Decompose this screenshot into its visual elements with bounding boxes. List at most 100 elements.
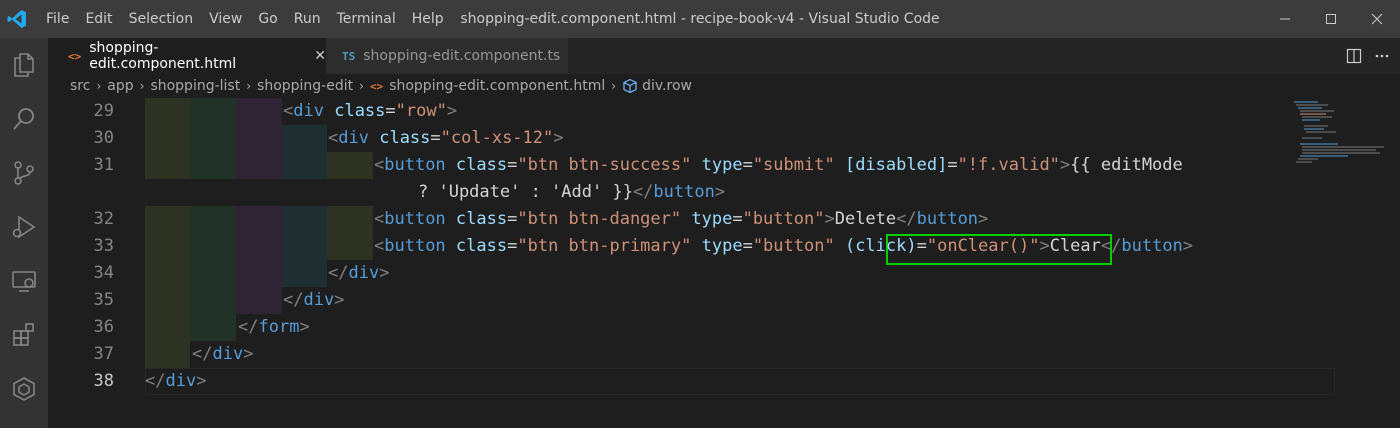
line-number[interactable]: 38	[48, 368, 114, 395]
menu-go[interactable]: Go	[250, 0, 285, 38]
line-number[interactable]: 34	[48, 260, 114, 287]
code-line[interactable]: </div>	[192, 341, 253, 368]
code-token: class	[334, 101, 386, 121]
close-icon	[1371, 13, 1383, 25]
code-token: =	[742, 155, 753, 175]
menu-run[interactable]: Run	[286, 0, 329, 38]
code-token: =	[507, 209, 518, 229]
code-token: class	[455, 209, 508, 229]
breadcrumb-shopping-edit[interactable]: shopping-edit	[257, 78, 353, 94]
code-line[interactable]: <div class="row">	[283, 98, 457, 125]
code-token: >	[299, 317, 310, 337]
code-token: class	[455, 236, 508, 256]
split-editor-icon[interactable]	[1342, 38, 1366, 74]
line-number[interactable]: 35	[48, 287, 114, 314]
code-line[interactable]: ? 'Update' : 'Add' }}</button>	[418, 179, 725, 206]
code-line[interactable]: <button class="btn btn-danger" type="but…	[374, 206, 988, 233]
minimize-button[interactable]	[1262, 0, 1308, 38]
code-token: "btn btn-danger"	[517, 209, 682, 229]
code-line[interactable]: <button class="btn btn-primary" type="bu…	[374, 233, 1193, 260]
menu-file[interactable]: File	[38, 0, 77, 38]
code-token: div	[303, 290, 335, 310]
code-token: <	[374, 155, 385, 175]
code-token: button	[653, 182, 715, 202]
code-line[interactable]: <button class="btn btn-success" type="su…	[374, 152, 1183, 179]
menu-view[interactable]: View	[201, 0, 250, 38]
line-number[interactable]: 30	[48, 125, 114, 152]
breadcrumb-shopping-list[interactable]: shopping-list	[150, 78, 240, 94]
extensions-icon[interactable]	[0, 308, 48, 362]
breadcrumb-file[interactable]: shopping-edit.component.html	[389, 78, 605, 94]
code-line[interactable]: </div>	[145, 368, 206, 395]
activity-bar	[0, 38, 48, 428]
line-number[interactable]: 32	[48, 206, 114, 233]
code-token: button	[384, 155, 446, 175]
maximize-icon	[1326, 14, 1336, 24]
code-token: "button"	[752, 236, 835, 256]
run-debug-icon[interactable]	[0, 200, 48, 254]
current-line-highlight	[145, 368, 1335, 395]
tab-shopping-edit-ts[interactable]: TS shopping-edit.component.ts	[326, 38, 568, 74]
breadcrumb-div-row[interactable]: div.row	[642, 78, 692, 94]
code-line[interactable]: </div>	[328, 260, 389, 287]
tab-label: shopping-edit.component.html	[89, 40, 237, 72]
indent-guide	[145, 98, 190, 368]
code-token: div	[212, 344, 244, 364]
close-window-button[interactable]	[1354, 0, 1400, 38]
code-token: =	[430, 128, 441, 148]
code-token: >	[196, 371, 207, 391]
code-token: =	[507, 236, 518, 256]
code-line[interactable]: </div>	[283, 287, 344, 314]
line-number[interactable]: 29	[48, 98, 114, 125]
code-token: </	[632, 182, 654, 202]
menu-edit[interactable]: Edit	[77, 0, 120, 38]
code-line[interactable]: <div class="col-xs-12">	[328, 125, 564, 152]
search-icon[interactable]	[0, 92, 48, 146]
menu-help[interactable]: Help	[404, 0, 452, 38]
minimize-icon	[1280, 18, 1290, 20]
angular-icon[interactable]	[0, 362, 48, 416]
code-token: </	[328, 263, 349, 283]
line-number[interactable]: 33	[48, 233, 114, 260]
code-token: "row"	[395, 101, 447, 121]
line-number[interactable]: 37	[48, 341, 114, 368]
source-control-icon[interactable]	[0, 146, 48, 200]
code-token: >	[553, 128, 564, 148]
wrapped-line-gap	[145, 179, 1335, 206]
code-token: button	[384, 236, 446, 256]
code-token: </	[1100, 236, 1122, 256]
remote-explorer-icon[interactable]	[0, 254, 48, 308]
minimap[interactable]	[1288, 98, 1388, 178]
code-token: <	[374, 209, 385, 229]
code-token: "button"	[742, 209, 825, 229]
code-token: type	[701, 236, 743, 256]
vertical-scrollbar[interactable]	[1386, 98, 1400, 428]
code-token: "btn btn-primary"	[517, 236, 692, 256]
line-number[interactable]: 31	[48, 152, 114, 179]
code-editor[interactable]: 29 30 31 32 33 34 35 36 37 38 <div class="row"> <di…	[48, 98, 1400, 428]
maximize-button[interactable]	[1308, 0, 1354, 38]
menu-selection[interactable]: Selection	[121, 0, 202, 38]
code-token: =	[916, 236, 927, 256]
code-token: >	[379, 263, 390, 283]
code-token: >	[1182, 236, 1194, 256]
code-token: "btn btn-success"	[517, 155, 692, 175]
menu-terminal[interactable]: Terminal	[329, 0, 404, 38]
line-number[interactable]: 36	[48, 314, 114, 341]
code-token: <	[328, 128, 339, 148]
chevron-right-icon: ›	[359, 79, 364, 93]
tab-shopping-edit-html[interactable]: <> shopping-edit.component.html ✕	[48, 38, 326, 74]
more-actions-icon[interactable]	[1370, 38, 1394, 74]
breadcrumb-src[interactable]: src	[70, 78, 90, 94]
code-token: button	[916, 209, 979, 229]
code-token: </	[896, 209, 917, 229]
code-line[interactable]: </form>	[238, 314, 310, 341]
breadcrumb-app[interactable]: app	[107, 78, 133, 94]
code-token: [disabled]	[844, 155, 948, 175]
explorer-icon[interactable]	[0, 38, 48, 92]
tab-close-icon[interactable]: ✕	[314, 48, 326, 64]
